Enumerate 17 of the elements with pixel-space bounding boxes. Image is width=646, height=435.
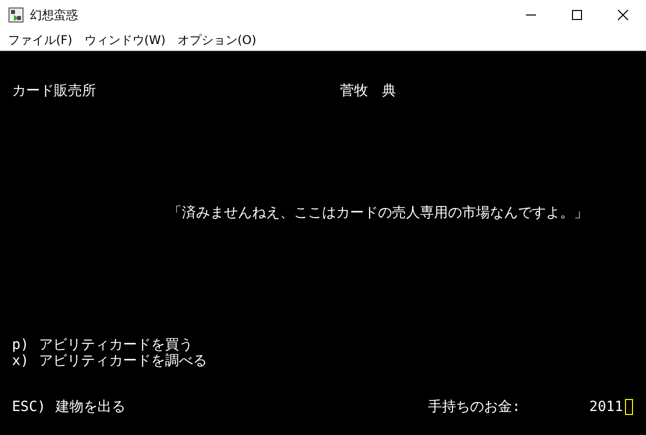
menu-item[interactable]: ウィンドウ(W) bbox=[80, 32, 174, 48]
money-value: 2011 bbox=[588, 399, 623, 415]
money-label: 手持ちのお金: bbox=[428, 399, 522, 415]
menu-item[interactable]: オプション(O) bbox=[174, 32, 264, 48]
character-name: 菅牧 典 bbox=[340, 83, 396, 99]
option-key: ESC) bbox=[12, 399, 46, 415]
dialogue-text: 「済みませんねえ、ここはカードの売人専用の市場なんですよ。」 bbox=[168, 205, 589, 221]
option-label[interactable]: アビリティカードを調べる bbox=[38, 353, 207, 369]
option-key: x) bbox=[12, 353, 29, 369]
option-label[interactable]: 建物を出る bbox=[56, 399, 126, 415]
app-icon bbox=[8, 7, 24, 23]
location-name: カード販売所 bbox=[12, 83, 97, 99]
window-title: 幻想蛮惑 bbox=[30, 6, 79, 24]
option-label[interactable]: アビリティカードを買う bbox=[38, 337, 193, 353]
option-key: p) bbox=[12, 337, 29, 353]
text-cursor bbox=[625, 399, 633, 415]
menu-item[interactable]: ファイル(F) bbox=[4, 32, 80, 48]
